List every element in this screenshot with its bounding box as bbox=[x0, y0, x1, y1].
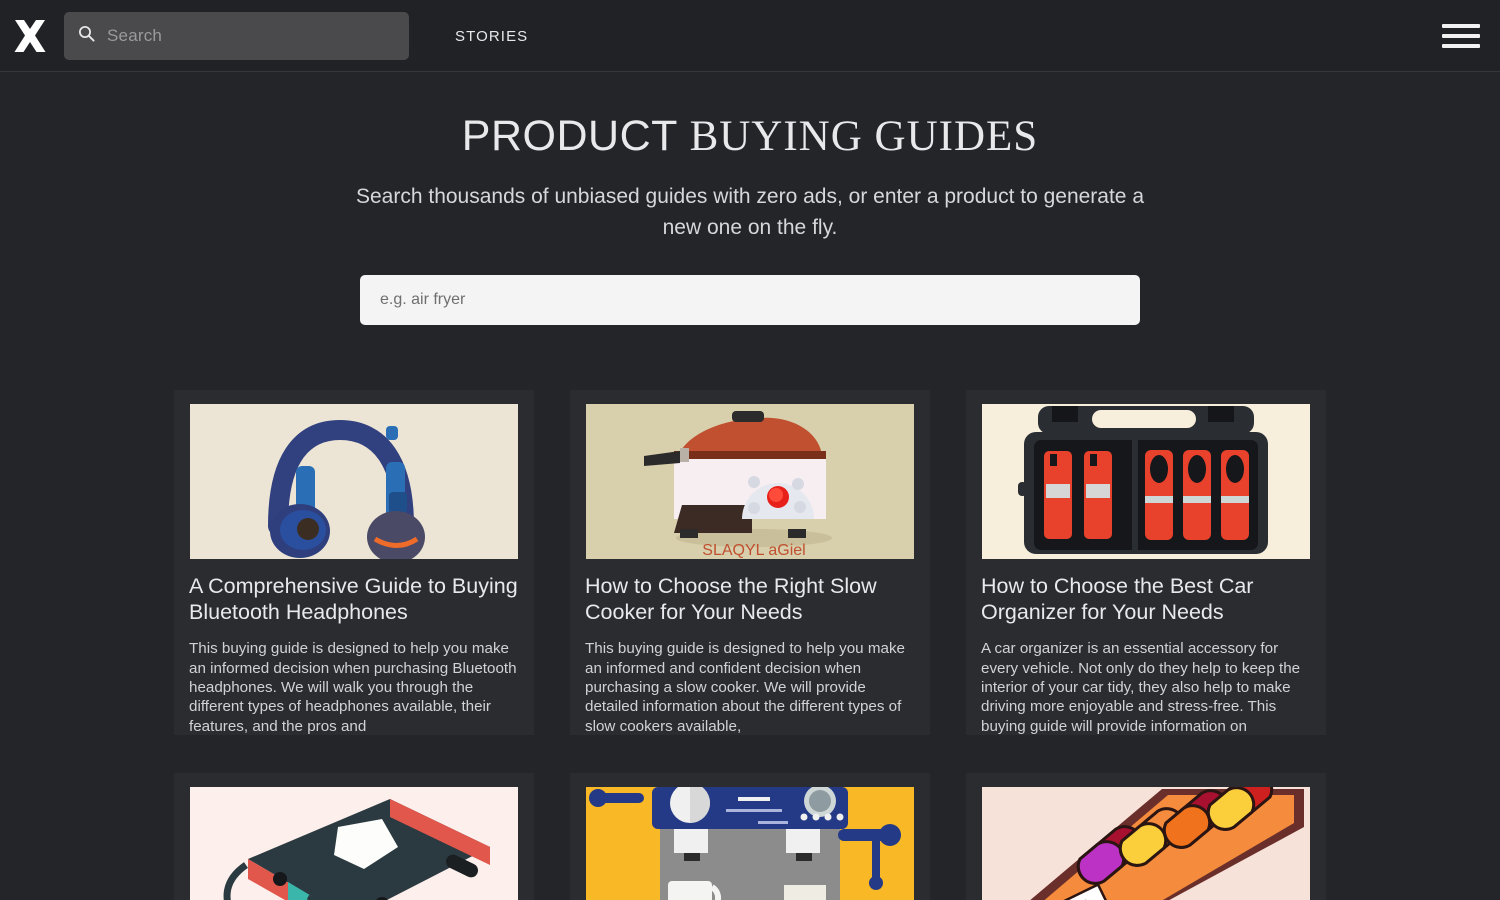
slow-cooker-illustration: SLAQYL aGiel bbox=[586, 404, 914, 560]
header-search-box[interactable]: Search bbox=[64, 11, 409, 60]
hamburger-line bbox=[1442, 44, 1480, 48]
nav-item-stories[interactable]: STORIES bbox=[455, 26, 528, 45]
card-description: This buying guide is designed to help yo… bbox=[189, 640, 517, 735]
generate-guide-input-wrapper bbox=[360, 275, 1140, 326]
hero-subtitle: Search thousands of unbiased guides with… bbox=[355, 185, 1144, 240]
guide-card[interactable]: SLAQYL aGiel How to Choose the Right Slo… bbox=[570, 390, 930, 736]
search-icon bbox=[78, 25, 95, 47]
site-logo[interactable] bbox=[0, 0, 60, 72]
card-body: How to Choose the Best Car Organizer for… bbox=[966, 559, 1326, 735]
card-thumbnail bbox=[190, 404, 518, 560]
guide-card[interactable]: How to Choose the Best Car Organizer for… bbox=[966, 390, 1326, 736]
card-description: A car organizer is an essential accessor… bbox=[981, 640, 1301, 735]
bluetooth-headphones-illustration bbox=[190, 404, 518, 560]
page-title-part2: BUYING GUIDES bbox=[689, 113, 1039, 160]
card-thumbnail: SLAQYL aGiel bbox=[586, 404, 914, 560]
guide-card[interactable]: A Comprehensive Guide to Buying Bluetoot… bbox=[174, 390, 534, 736]
guide-card[interactable] bbox=[174, 773, 534, 900]
vitamin-capsules-phone-illustration bbox=[982, 787, 1310, 900]
card-thumbnail bbox=[190, 787, 518, 900]
page-title-part1: PRODUCT bbox=[461, 112, 678, 160]
card-body: A Comprehensive Guide to Buying Bluetoot… bbox=[174, 559, 534, 735]
hamburger-line bbox=[1442, 24, 1480, 28]
card-thumbnail bbox=[982, 404, 1310, 560]
hero-section: PRODUCT BUYING GUIDES Search thousands o… bbox=[0, 72, 1500, 326]
hamburger-menu-icon[interactable] bbox=[1442, 21, 1480, 51]
portable-game-console-illustration bbox=[190, 787, 518, 900]
x-logo-icon bbox=[8, 14, 52, 58]
guide-card[interactable] bbox=[966, 773, 1326, 900]
product-search-input[interactable] bbox=[360, 275, 1140, 326]
espresso-coffee-machine-illustration bbox=[586, 787, 914, 900]
guides-grid: A Comprehensive Guide to Buying Bluetoot… bbox=[174, 390, 1326, 900]
card-title: How to Choose the Best Car Organizer for… bbox=[981, 574, 1254, 625]
page-title: PRODUCT BUYING GUIDES bbox=[0, 112, 1500, 161]
card-thumbnail bbox=[586, 787, 914, 900]
site-header: Search STORIES bbox=[0, 0, 1500, 72]
card-title: How to Choose the Right Slow Cooker for … bbox=[585, 574, 877, 625]
card-body: How to Choose the Right Slow Cooker for … bbox=[570, 559, 930, 735]
guide-card[interactable] bbox=[570, 773, 930, 900]
card-title: A Comprehensive Guide to Buying Bluetoot… bbox=[189, 574, 518, 625]
header-search-placeholder[interactable]: Search bbox=[107, 26, 162, 46]
car-organizer-toolcase-illustration bbox=[982, 404, 1310, 560]
card-description: This buying guide is designed to help yo… bbox=[585, 640, 905, 735]
hamburger-line bbox=[1442, 34, 1480, 38]
card-thumbnail bbox=[982, 787, 1310, 900]
svg-text:SLAQYL aGiel: SLAQYL aGiel bbox=[702, 542, 805, 559]
